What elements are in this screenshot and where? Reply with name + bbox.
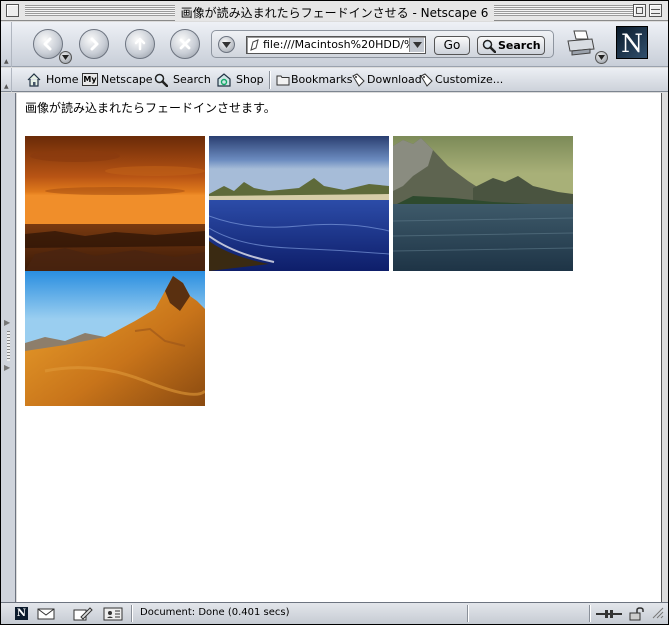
netscape-logo[interactable]: N <box>616 26 648 59</box>
chevron-down-icon <box>62 55 69 60</box>
stop-icon <box>179 38 191 50</box>
sidebar-arrow-icon: ▶ <box>4 363 11 372</box>
shop-icon <box>217 73 231 87</box>
toolbar-separator <box>269 71 271 89</box>
bookmarks-button[interactable]: Bookmarks <box>276 72 352 88</box>
toolbar-grippy[interactable] <box>3 22 12 67</box>
image-blue-coast-landscape <box>209 136 389 271</box>
back-arrow-icon <box>43 37 52 51</box>
bookmarks-label: Bookmarks <box>291 73 353 86</box>
image-desert-mountain-landscape <box>25 271 205 406</box>
status-divider <box>131 605 133 622</box>
bookmark-tag-icon <box>352 73 365 87</box>
download-button[interactable]: Download <box>351 72 422 88</box>
home-icon <box>27 73 41 87</box>
my-netscape-icon: My <box>82 73 98 86</box>
chevron-down-icon <box>222 42 231 48</box>
status-text: Document: Done (0.401 secs) <box>140 607 290 618</box>
download-label: Download <box>367 73 422 86</box>
url-history-button[interactable] <box>218 36 235 53</box>
bookmark-tag-icon <box>420 73 433 87</box>
my-netscape-button[interactable]: My Netscape <box>82 72 153 88</box>
status-bar: N Document: Done (0.401 secs) <box>1 602 668 624</box>
address-book-icon[interactable] <box>103 607 123 621</box>
url-text: file:///Macintosh%20HDD/%9 <box>263 38 422 51</box>
home-label: Home <box>46 73 79 86</box>
toolbar-grippy[interactable] <box>3 68 12 92</box>
navigation-toolbar: file:///Macintosh%20HDD/%9 Go Search <box>1 22 668 67</box>
search-toolbar-button[interactable]: Search <box>154 72 212 88</box>
page-heading: 画像が読み込まれたらフェードインさせます。 <box>25 101 276 115</box>
shop-button[interactable]: Shop <box>217 72 265 88</box>
sidebar-grip <box>7 331 10 361</box>
netscape-status-icon[interactable]: N <box>15 607 28 620</box>
search-button-label: Search <box>498 39 541 52</box>
window-title: 画像が読み込まれたらフェードインさせる - Netscape 6 <box>175 4 494 21</box>
search-button[interactable]: Search <box>477 36 545 55</box>
collapse-box[interactable] <box>649 4 662 17</box>
sidebar-arrow-icon: ▶ <box>4 318 11 327</box>
customize-button[interactable]: Customize... <box>419 72 503 88</box>
close-box[interactable] <box>6 4 19 17</box>
netscape-label: Netscape <box>101 73 153 86</box>
title-stripes-right <box>494 5 634 16</box>
title-bar[interactable]: 画像が読み込まれたらフェードインさせる - Netscape 6 <box>1 1 668 21</box>
personal-toolbar: Home My Netscape Search Shop Bookmarks D… <box>1 68 668 92</box>
online-status-icon[interactable] <box>595 607 623 621</box>
reload-icon <box>134 37 146 51</box>
page-proxy-icon <box>250 39 259 51</box>
status-divider <box>467 605 469 622</box>
image-sunset-landscape <box>25 136 205 271</box>
shop-label: Shop <box>236 73 264 86</box>
sidebar-toggle-strip[interactable]: ▶ ▶ <box>1 93 16 602</box>
resize-grip-icon[interactable] <box>652 607 664 619</box>
chevron-down-icon <box>598 55 605 60</box>
magnifier-icon <box>154 73 168 87</box>
forward-arrow-icon <box>90 37 99 51</box>
back-history-dropdown[interactable] <box>59 51 72 64</box>
composer-icon[interactable] <box>73 607 93 621</box>
security-lock-icon[interactable] <box>629 607 645 621</box>
search-icon <box>482 39 496 53</box>
chevron-down-icon <box>413 42 422 48</box>
print-dropdown[interactable] <box>595 51 608 64</box>
search-label: Search <box>173 73 211 86</box>
status-divider <box>589 605 591 622</box>
url-dropdown-button[interactable] <box>409 38 424 52</box>
home-button[interactable]: Home <box>27 72 79 88</box>
reload-button[interactable] <box>125 29 155 59</box>
url-input[interactable]: file:///Macintosh%20HDD/%9 <box>246 36 426 54</box>
page-content: 画像が読み込まれたらフェードインさせます。 <box>17 93 662 602</box>
stop-button[interactable] <box>170 29 200 59</box>
zoom-box[interactable] <box>633 4 646 17</box>
mail-icon[interactable] <box>37 607 55 621</box>
forward-button[interactable] <box>79 29 109 59</box>
folder-icon <box>276 75 290 86</box>
title-stripes-left <box>25 5 175 16</box>
customize-label: Customize... <box>435 73 504 86</box>
image-mountain-sea-landscape <box>393 136 573 271</box>
printer-icon[interactable] <box>566 29 596 57</box>
browser-window: 画像が読み込まれたらフェードインさせる - Netscape 6 file://… <box>0 0 669 625</box>
go-button[interactable]: Go <box>434 36 470 55</box>
